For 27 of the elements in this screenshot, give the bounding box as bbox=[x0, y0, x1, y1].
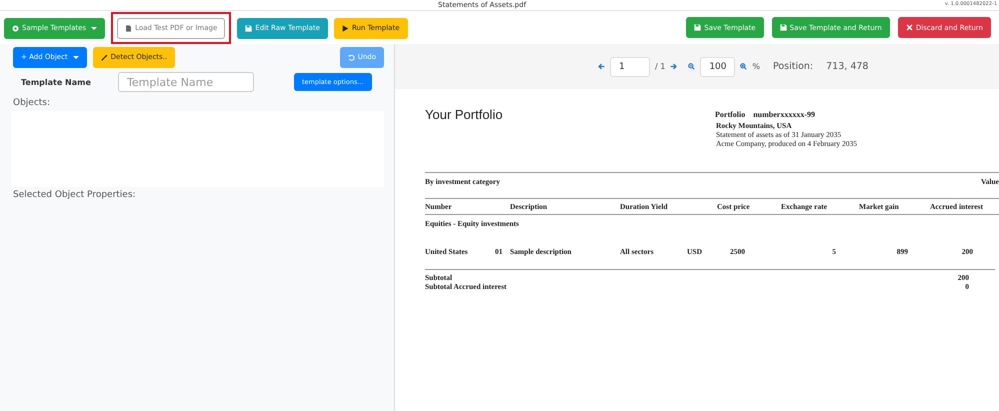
save-icon bbox=[245, 24, 252, 32]
page-total: / 1 bbox=[655, 62, 666, 71]
percent-sign: % bbox=[752, 62, 760, 71]
caret-icon bbox=[91, 26, 98, 30]
position-label: Position: bbox=[772, 61, 814, 72]
zoom-in-icon[interactable] bbox=[740, 63, 748, 70]
page-field[interactable]: 1 bbox=[610, 56, 650, 76]
properties-heading: Selected Object Properties: bbox=[13, 190, 137, 200]
template-name-label: Template Name bbox=[20, 78, 92, 86]
save-icon bbox=[780, 24, 787, 31]
close-icon bbox=[906, 24, 913, 31]
portfolio-number: numberxxxxxx-99 bbox=[753, 110, 815, 119]
next-page-icon[interactable] bbox=[670, 63, 678, 70]
previous-page-icon[interactable] bbox=[598, 63, 605, 70]
caret-icon bbox=[72, 56, 79, 58]
file-icon bbox=[125, 24, 132, 32]
position-value: 713, 478 bbox=[826, 61, 868, 72]
zoom-field[interactable]: 100 bbox=[700, 56, 736, 76]
portfolio-label: Portfolio bbox=[715, 110, 746, 119]
wand-icon bbox=[100, 54, 108, 60]
play-icon bbox=[342, 24, 349, 32]
undo-icon bbox=[348, 54, 355, 60]
save-icon bbox=[694, 24, 702, 31]
template-name-field[interactable]: Template Name bbox=[118, 72, 254, 92]
document-title: Your Portfolio bbox=[425, 107, 504, 124]
objects-heading: Objects: bbox=[13, 98, 52, 108]
zoom-out-icon[interactable] bbox=[688, 63, 696, 70]
